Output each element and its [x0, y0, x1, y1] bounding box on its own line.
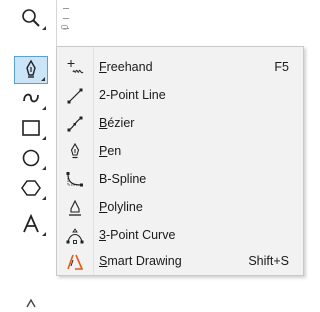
- menu-item-pen[interactable]: Pen: [57, 139, 303, 164]
- artistic-media-tool[interactable]: [14, 84, 48, 112]
- menu-item-3-point-curve[interactable]: 3-Point Curve: [57, 223, 303, 248]
- pen-nib-icon: [26, 59, 36, 78]
- curve-tools-flyout-menu: Freehand F5 2-Point Line Bézier Pen B-Sp…: [56, 46, 304, 276]
- menu-item-freehand[interactable]: Freehand F5: [57, 55, 303, 80]
- magnifier-icon: [22, 9, 40, 27]
- polygon-tool[interactable]: [14, 174, 48, 202]
- toolbox: [0, 0, 56, 312]
- flyout-indicator: [42, 196, 46, 200]
- application-window: 0 Freehand F5 2-Point Line Bézier Pen B-…: [0, 0, 304, 312]
- ellipse-tool[interactable]: [14, 144, 48, 172]
- flyout-indicator: [42, 232, 46, 236]
- pen-icon: [65, 142, 85, 162]
- rectangle-icon: [22, 120, 40, 136]
- polyline-icon: [65, 198, 85, 218]
- zoom-tool[interactable]: [14, 4, 48, 32]
- menu-item-label: B-Spline: [99, 172, 147, 186]
- two-point-line-icon: [65, 86, 85, 106]
- text-a-icon: [23, 213, 39, 233]
- smart-drawing-icon: [65, 252, 85, 272]
- menu-item-2-point-line[interactable]: 2-Point Line: [57, 83, 303, 108]
- curve-tool[interactable]: [14, 56, 48, 84]
- menu-item-label: Freehand: [99, 60, 153, 74]
- text-tool[interactable]: [14, 210, 48, 238]
- tool-icon-partial: [26, 298, 36, 308]
- ruler-tick: [63, 18, 69, 19]
- menu-item-smart-drawing[interactable]: Smart Drawing Shift+S: [57, 249, 303, 274]
- menu-item-polyline[interactable]: Polyline: [57, 195, 303, 220]
- rectangle-tool[interactable]: [14, 114, 48, 142]
- ruler-tick: [63, 8, 69, 9]
- menu-item-label: Smart Drawing: [99, 254, 182, 268]
- bezier-icon: [65, 114, 85, 134]
- menu-item-shortcut: Shift+S: [248, 254, 289, 268]
- menu-item-label: 2-Point Line: [99, 88, 166, 102]
- freehand-icon: [65, 58, 85, 78]
- ruler-number: 0: [60, 24, 71, 30]
- polygon-icon: [21, 180, 41, 196]
- ellipse-icon: [22, 149, 40, 167]
- menu-item-shortcut: F5: [274, 60, 289, 74]
- flyout-indicator: [41, 77, 45, 81]
- flyout-indicator: [42, 166, 46, 170]
- menu-item-label: Bézier: [99, 116, 135, 130]
- artistic-curve-icon: [23, 93, 39, 103]
- flyout-indicator: [42, 26, 46, 30]
- next-tool-partial[interactable]: [14, 290, 48, 312]
- flyout-indicator: [42, 106, 46, 110]
- menu-item-bezier[interactable]: Bézier: [57, 111, 303, 136]
- menu-item-label: 3-Point Curve: [99, 228, 176, 242]
- menu-item-label: Pen: [99, 144, 122, 158]
- flyout-indicator: [42, 136, 46, 140]
- b-spline-icon: [65, 170, 85, 190]
- menu-item-b-spline[interactable]: B-Spline: [57, 167, 303, 192]
- menu-item-label: Polyline: [99, 200, 143, 214]
- three-point-curve-icon: [65, 226, 85, 246]
